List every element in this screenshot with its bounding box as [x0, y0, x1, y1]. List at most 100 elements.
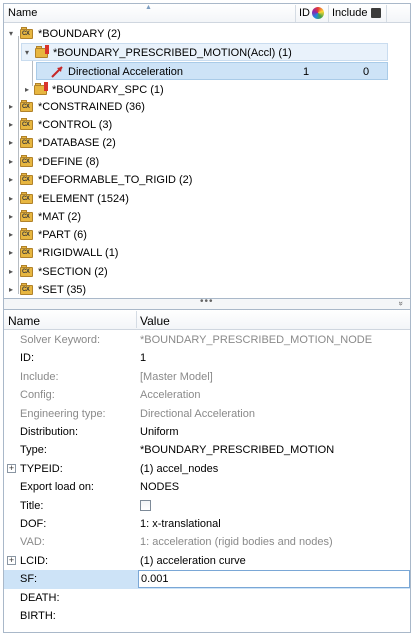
tree-item-mat[interactable]: ▸ CX *MAT (2) — [4, 208, 410, 226]
column-separator — [136, 311, 137, 328]
prop-value: Acceleration — [140, 389, 201, 402]
prop-row-type[interactable]: Type: *BOUNDARY_PRESCRIBED_MOTION — [4, 441, 410, 459]
column-separator — [295, 5, 296, 22]
folder-icon: CX — [20, 155, 34, 167]
panel-splitter[interactable]: ••• » — [3, 296, 411, 309]
prop-name: Config: — [20, 389, 55, 402]
prop-value: 1: acceleration (rigid bodies and nodes) — [140, 536, 333, 549]
tree-item-label: *CONTROL (3) — [38, 119, 113, 131]
prop-row-typeid[interactable]: + TYPEID: (1) accel_nodes — [4, 460, 410, 478]
folder-icon: CX — [20, 228, 34, 240]
tree-item-part[interactable]: ▸ CX *PART (6) — [4, 226, 410, 244]
prop-row-birth[interactable]: BIRTH: — [4, 607, 410, 625]
tree-item-label: *MAT (2) — [38, 211, 81, 223]
prop-value[interactable]: (1) acceleration curve — [140, 555, 246, 567]
expand-icon[interactable]: ▸ — [7, 103, 15, 111]
tree-item-rigidwall[interactable]: ▸ CX *RIGIDWALL (1) — [4, 244, 410, 262]
tree-item-define[interactable]: ▸ CX *DEFINE (8) — [4, 153, 410, 171]
prop-name: SF: — [20, 573, 38, 586]
prop-row-export-load-on[interactable]: Export load on: NODES — [4, 478, 410, 496]
expand-icon[interactable]: ▸ — [7, 176, 15, 184]
collapse-icon[interactable]: ▾ — [23, 49, 31, 57]
tree-item-control[interactable]: ▸ CX *CONTROL (3) — [4, 116, 410, 134]
column-header-id[interactable]: ID — [299, 7, 310, 19]
column-header-name[interactable]: Name — [8, 314, 40, 328]
tree-item-boundary-prescribed-motion[interactable]: ▾ *BOUNDARY_PRESCRIBED_MOTION(Accl) (1) — [21, 43, 388, 61]
tree-item-element[interactable]: ▸ CX *ELEMENT (1524) — [4, 190, 410, 208]
prop-name: Type: — [20, 444, 47, 457]
expand-plus-icon[interactable]: + — [7, 463, 16, 473]
entity-editor: Name Value Solver Keyword: *BOUNDARY_PRE… — [3, 309, 411, 633]
expand-icon[interactable]: ▸ — [7, 213, 15, 221]
prop-name: Solver Keyword: — [20, 334, 101, 346]
column-header-value[interactable]: Value — [140, 314, 170, 328]
prop-name: VAD: — [20, 536, 45, 549]
prop-name: Title: — [20, 499, 44, 512]
folder-icon: CX — [20, 210, 34, 222]
expand-icon[interactable]: ▸ — [7, 249, 15, 257]
expand-icon[interactable]: ▸ — [23, 86, 31, 94]
folder-red-flag-icon — [35, 45, 49, 58]
folder-icon: CX — [20, 27, 34, 39]
prop-value: *BOUNDARY_PRESCRIBED_MOTION_NODE — [140, 334, 373, 346]
tree-item-constrained[interactable]: ▸ CX *CONSTRAINED (36) — [4, 98, 410, 116]
prop-row-sf[interactable]: SF: — [4, 570, 410, 589]
tree-item-directional-acceleration[interactable]: Directional Acceleration 1 0 — [36, 62, 388, 80]
prop-row-dof[interactable]: DOF: 1: x-translational — [4, 515, 410, 533]
prop-name: DOF: — [20, 518, 47, 530]
editor-header: Name Value — [4, 310, 410, 330]
expand-icon[interactable]: ▸ — [7, 286, 15, 294]
expand-icon[interactable]: ▸ — [7, 195, 15, 203]
sf-input[interactable] — [138, 570, 410, 589]
tree-item-label: *PART (6) — [38, 229, 87, 241]
prop-value[interactable]: NODES — [140, 481, 179, 493]
prop-name: Engineering type: — [20, 407, 106, 420]
tree-item-label: *RIGIDWALL (1) — [38, 247, 119, 259]
prop-name: ID: — [20, 352, 35, 365]
column-separator — [386, 5, 387, 22]
expand-icon[interactable]: ▸ — [7, 231, 15, 239]
splitter-grip-icon[interactable]: ••• — [200, 296, 214, 307]
folder-icon: CX — [20, 173, 34, 185]
prop-row-lcid[interactable]: + LCID: (1) acceleration curve — [4, 552, 410, 570]
prop-value[interactable]: 1 — [140, 352, 146, 364]
include-toggle-icon[interactable] — [371, 8, 381, 18]
prop-row-id[interactable]: ID: 1 — [4, 349, 410, 367]
prop-name: Export load on: — [20, 481, 94, 494]
prop-value: Directional Acceleration — [140, 407, 255, 420]
tree-item-deformable-to-rigid[interactable]: ▸ CX *DEFORMABLE_TO_RIGID (2) — [4, 171, 410, 189]
tree-item-include: 0 — [363, 66, 370, 78]
expand-icon[interactable]: ▸ — [7, 139, 15, 147]
color-wheel-icon[interactable] — [312, 7, 324, 19]
prop-name: LCID: — [20, 554, 49, 567]
expand-icon[interactable]: ▸ — [7, 121, 15, 129]
tree-item-boundary-spc[interactable]: ▸ *BOUNDARY_SPC (1) — [4, 81, 410, 99]
prop-row-title[interactable]: Title: — [4, 497, 410, 515]
folder-icon: CX — [20, 118, 34, 130]
prop-value[interactable]: Uniform — [140, 426, 179, 438]
tree-item-label: *CONSTRAINED (36) — [38, 101, 145, 113]
load-arrow-icon — [50, 65, 64, 79]
collapse-icon[interactable]: ▾ — [7, 30, 15, 38]
tree-item-database[interactable]: ▸ CX *DATABASE (2) — [4, 134, 410, 152]
prop-value[interactable]: 1: x-translational — [140, 518, 221, 530]
title-checkbox[interactable] — [140, 499, 151, 511]
prop-row-distribution[interactable]: Distribution: Uniform — [4, 423, 410, 441]
tree-item-label: Directional Acceleration — [68, 66, 183, 78]
tree-item-section[interactable]: ▸ CX *SECTION (2) — [4, 263, 410, 281]
entity-browser-tree: Name ▲ ID Include ▾ CX *BOUNDARY (2) ▾ *… — [3, 3, 411, 299]
prop-row-include: Include: [Master Model] — [4, 368, 410, 386]
column-header-include[interactable]: Include — [332, 7, 367, 19]
prop-value[interactable]: (1) accel_nodes — [140, 463, 218, 475]
expand-icon[interactable]: ▸ — [7, 268, 15, 276]
expand-icon[interactable]: ▸ — [7, 158, 15, 166]
tree-item-boundary[interactable]: ▾ CX *BOUNDARY (2) — [4, 25, 410, 43]
prop-row-death[interactable]: DEATH: — [4, 589, 410, 607]
collapse-panel-icon[interactable]: » — [397, 301, 406, 305]
folder-icon: CX — [20, 246, 34, 258]
folder-icon: CX — [20, 192, 34, 204]
prop-value[interactable]: *BOUNDARY_PRESCRIBED_MOTION — [140, 444, 334, 456]
expand-plus-icon[interactable]: + — [7, 555, 16, 565]
prop-row-solver-keyword: Solver Keyword: *BOUNDARY_PRESCRIBED_MOT… — [4, 331, 410, 349]
column-header-name[interactable]: Name — [8, 7, 37, 19]
